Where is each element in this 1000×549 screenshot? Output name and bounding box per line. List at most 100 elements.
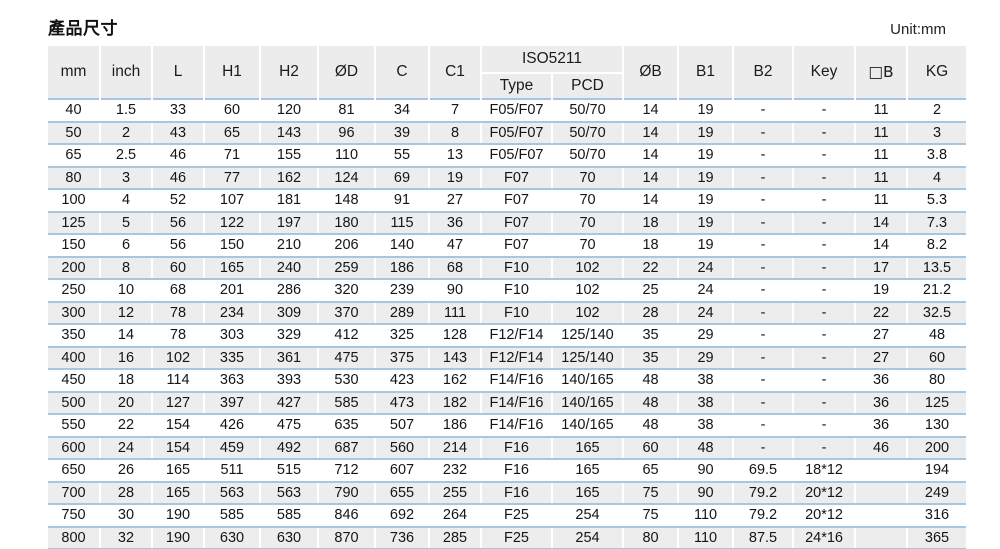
cell-KG: 130	[907, 414, 967, 438]
cell-L: 102	[152, 346, 205, 370]
cell-type: F16	[481, 436, 553, 460]
cell-C: 55	[375, 144, 430, 168]
cell-C1: 27	[429, 189, 482, 213]
cell-B2: -	[733, 279, 795, 303]
cell-inch: 30	[100, 504, 153, 528]
cell-H2: 162	[260, 166, 319, 190]
cell-C: 140	[375, 234, 430, 258]
cell-inch: 32	[100, 526, 153, 549]
cell-C: 34	[375, 98, 430, 123]
cell-Key: -	[793, 234, 857, 258]
table-row: 65 2.5 46 71 155 110 55 13 F05/F07 50/70 14 19- -11 3…	[48, 144, 967, 168]
cell-C: 186	[375, 256, 430, 280]
cell-SQB: 11	[855, 121, 909, 145]
cell-SQB: 11	[855, 98, 909, 123]
cell-H2: 143	[260, 121, 319, 145]
cell-H2: 585	[260, 504, 319, 528]
cell-mm: 650	[48, 459, 101, 483]
cell-inch: 16	[100, 346, 153, 370]
cell-OD: 870	[318, 526, 376, 549]
cell-L: 154	[152, 414, 205, 438]
cell-L: 127	[152, 391, 205, 415]
cell-mm: 750	[48, 504, 101, 528]
cell-Key: -	[793, 391, 857, 415]
cell-KG: 4	[907, 166, 967, 190]
col-header-od: ØD	[318, 46, 376, 99]
cell-H2: 309	[260, 301, 319, 325]
cell-H1: 234	[204, 301, 261, 325]
cell-L: 56	[152, 234, 205, 258]
cell-B2: -	[733, 121, 795, 145]
cell-inch: 5	[100, 211, 153, 235]
cell-inch: 24	[100, 436, 153, 460]
cell-L: 190	[152, 526, 205, 549]
cell-KG: 249	[907, 481, 967, 505]
cell-OB: 35	[623, 346, 680, 370]
cell-OB: 14	[623, 166, 680, 190]
cell-OB: 48	[623, 414, 680, 438]
cell-C: 289	[375, 301, 430, 325]
cell-B1: 29	[678, 346, 735, 370]
cell-H1: 165	[204, 256, 261, 280]
cell-L: 43	[152, 121, 205, 145]
cell-H1: 303	[204, 324, 261, 348]
cell-pcd: 102	[552, 279, 625, 303]
cell-C: 115	[375, 211, 430, 235]
cell-L: 33	[152, 98, 205, 123]
cell-Key: -	[793, 346, 857, 370]
table-row: 125 5 56 122 197 180 115 36 F07 70 18 19- -14 7.3	[48, 211, 967, 235]
cell-OD: 635	[318, 414, 376, 438]
cell-Key: -	[793, 189, 857, 213]
cell-SQB: 27	[855, 346, 909, 370]
cell-C: 91	[375, 189, 430, 213]
cell-B2: -	[733, 211, 795, 235]
cell-Key: 20*12	[793, 504, 857, 528]
cell-C1: 232	[429, 459, 482, 483]
cell-pcd: 102	[552, 256, 625, 280]
cell-type: F14/F16	[481, 369, 553, 393]
cell-type: F14/F16	[481, 414, 553, 438]
cell-C: 560	[375, 436, 430, 460]
cell-SQB: 14	[855, 234, 909, 258]
cell-C: 375	[375, 346, 430, 370]
cell-Key: -	[793, 166, 857, 190]
cell-type: F25	[481, 526, 553, 549]
cell-OD: 370	[318, 301, 376, 325]
table-row: 50 2 43 65 143 96 39 8 F05/F07 50/70 14 19- -11 3	[48, 121, 967, 145]
cell-OD: 81	[318, 98, 376, 123]
cell-OB: 14	[623, 98, 680, 123]
cell-pcd: 165	[552, 459, 625, 483]
cell-KG: 194	[907, 459, 967, 483]
table-row: 500 20 127 397 427 585 473 182 F14/F16 140/165 48 3…	[48, 391, 967, 415]
cell-SQB: 36	[855, 414, 909, 438]
cell-C1: 7	[429, 98, 482, 123]
cell-Key: -	[793, 279, 857, 303]
cell-H1: 585	[204, 504, 261, 528]
table-row: 100 4 52 107 181 148 91 27 F07 70 14 19- -11 5.3	[48, 189, 967, 213]
cell-inch: 12	[100, 301, 153, 325]
cell-type: F12/F14	[481, 346, 553, 370]
cell-C: 69	[375, 166, 430, 190]
cell-pcd: 50/70	[552, 144, 625, 168]
cell-H2: 120	[260, 98, 319, 123]
cell-B2: 87.5	[733, 526, 795, 549]
cell-H1: 397	[204, 391, 261, 415]
cell-C1: 111	[429, 301, 482, 325]
cell-SQB: 46	[855, 436, 909, 460]
cell-B2: -	[733, 346, 795, 370]
cell-KG: 125	[907, 391, 967, 415]
col-header-c1: C1	[429, 46, 482, 99]
cell-inch: 2	[100, 121, 153, 145]
cell-KG: 60	[907, 346, 967, 370]
cell-L: 154	[152, 436, 205, 460]
cell-SQB: 19	[855, 279, 909, 303]
cell-mm: 800	[48, 526, 101, 549]
cell-C1: 182	[429, 391, 482, 415]
cell-inch: 20	[100, 391, 153, 415]
col-header-key: Key	[793, 46, 857, 99]
cell-mm: 150	[48, 234, 101, 258]
cell-SQB: 17	[855, 256, 909, 280]
cell-inch: 3	[100, 166, 153, 190]
cell-KG: 21.2	[907, 279, 967, 303]
cell-OD: 148	[318, 189, 376, 213]
